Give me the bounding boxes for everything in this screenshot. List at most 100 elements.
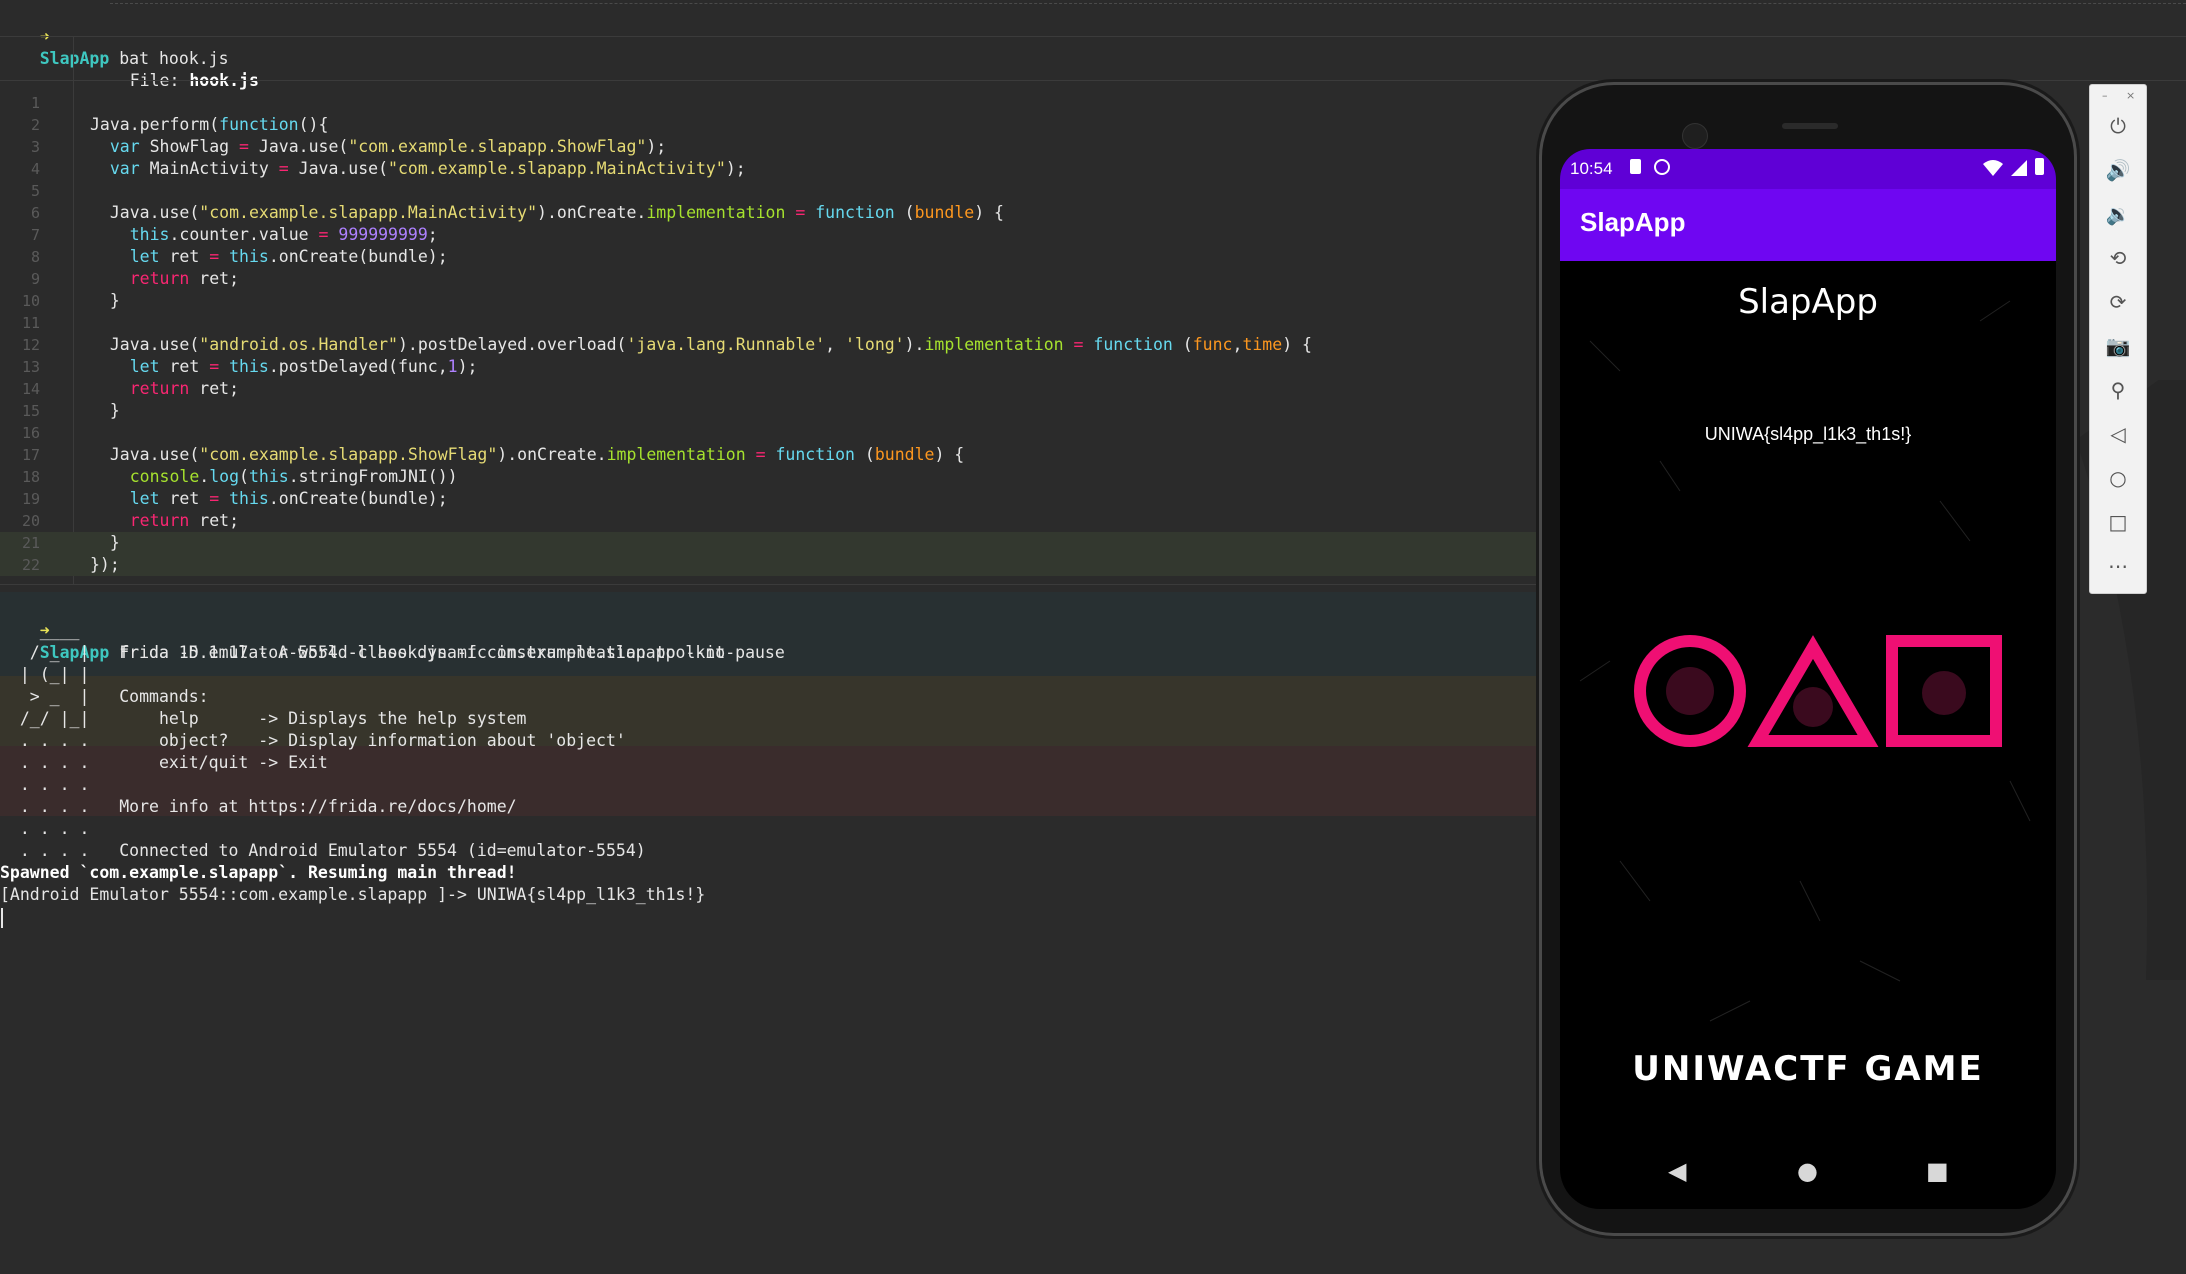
highlighted-rows xyxy=(0,532,1545,576)
code-line: console.log(this.stringFromJNI()) xyxy=(129,467,458,486)
wifi-icon xyxy=(1983,160,2003,176)
nav-recent-button[interactable]: ■ xyxy=(1926,1157,1949,1185)
line-number: 3 xyxy=(30,138,40,156)
frida-banner-line: | (_| | xyxy=(0,665,90,684)
frida-banner-line: > _ | Commands: xyxy=(0,687,209,706)
app-bar-title: SlapApp xyxy=(1580,207,1686,237)
line-number: 10 xyxy=(21,292,40,310)
close-button[interactable]: × xyxy=(2126,89,2135,102)
volume-down-icon[interactable]: 🔉 xyxy=(2103,199,2133,229)
code-line: Java.use("com.example.slapapp.ShowFlag")… xyxy=(90,445,965,464)
minimize-button[interactable]: – xyxy=(2102,89,2108,102)
spawned-message: Spawned `com.example.slapapp`. Resuming … xyxy=(0,863,517,882)
rotate-left-icon[interactable]: ⟲ xyxy=(2103,243,2133,273)
header-bottom-border xyxy=(0,80,2186,81)
status-bar: 10:54 xyxy=(1560,149,2056,189)
line-number: 20 xyxy=(21,512,40,530)
frida-banner-line: . . . . xyxy=(0,775,90,794)
terminal-window[interactable]: ➜ SlapApp bat hook.js File: hook.js 1234… xyxy=(0,0,2186,1274)
guard-silhouette xyxy=(1922,671,1966,715)
line-number: 13 xyxy=(21,358,40,376)
sd-card-icon xyxy=(1630,159,1641,174)
frida-banner-line: /_/ |_| help -> Displays the help system xyxy=(0,709,527,728)
line-number: 19 xyxy=(21,490,40,508)
code-line: let ret = this.onCreate(bundle); xyxy=(129,489,448,508)
flag-text: UNIWA{sl4pp_l1k3_th1s!} xyxy=(1704,424,1912,444)
frida-banner-line: . . . . Connected to Android Emulator 55… xyxy=(0,841,646,860)
code-line: this.counter.value = 999999999; xyxy=(129,225,438,244)
phone-screen[interactable]: 10:54 SlapApp SlapApp UNIWA{sl4pp_l1k3_t… xyxy=(1560,149,2056,1209)
line-number: 4 xyxy=(30,160,40,178)
earpiece-speaker xyxy=(1782,123,1838,129)
prompt-line-bat: ➜ SlapApp bat hook.js xyxy=(0,4,229,68)
top-divider xyxy=(110,3,2186,4)
screen-title: SlapApp xyxy=(1738,282,1878,322)
frida-banner-line: . . . . object? -> Display information a… xyxy=(0,731,626,750)
line-number: 8 xyxy=(30,248,40,266)
frida-banner-line: / _ | Frida 15.1.17 - A world-class dyna… xyxy=(0,643,726,662)
rotate-right-icon[interactable]: ⟳ xyxy=(2103,287,2133,317)
code-line: Java.use("android.os.Handler").postDelay… xyxy=(90,335,1312,354)
code-line: return ret; xyxy=(129,379,240,398)
nav-back-button[interactable]: ◀ xyxy=(1668,1157,1686,1185)
header-top-border xyxy=(0,36,2186,37)
zoom-icon[interactable]: ⚲ xyxy=(2103,375,2133,405)
terminal-cursor xyxy=(1,908,3,928)
front-camera xyxy=(1682,123,1708,149)
line-number: 14 xyxy=(21,380,40,398)
code-line: return ret; xyxy=(129,269,240,288)
line-number: 5 xyxy=(30,182,40,200)
signal-icon xyxy=(2011,160,2027,176)
guard-silhouette xyxy=(1666,667,1714,715)
code-line: } xyxy=(90,401,120,420)
back-icon[interactable]: ◁ xyxy=(2103,419,2133,449)
ctf-logo: UNIWACTF GAME xyxy=(1632,1049,1984,1089)
line-number: 18 xyxy=(21,468,40,486)
nav-home-button[interactable]: ● xyxy=(1797,1157,1818,1185)
frida-banner-line: . . . . xyxy=(0,819,90,838)
code-line: let ret = this.onCreate(bundle); xyxy=(129,247,448,266)
code-bottom-border xyxy=(0,584,1545,585)
camera-icon[interactable]: 📷 xyxy=(2103,331,2133,361)
code-line: }); xyxy=(90,555,120,574)
overview-icon[interactable]: □ xyxy=(2103,507,2133,537)
battery-icon xyxy=(2035,158,2044,175)
code-line: var ShowFlag = Java.use("com.example.sla… xyxy=(109,137,667,156)
line-number: 7 xyxy=(30,226,40,244)
line-number: 15 xyxy=(21,402,40,420)
code-line: Java.perform(function(){ xyxy=(90,115,329,134)
code-line: return ret; xyxy=(129,511,240,530)
line-number: 22 xyxy=(21,556,40,574)
code-line: } xyxy=(90,291,120,310)
guard-silhouette xyxy=(1793,687,1833,727)
app-bar: SlapApp xyxy=(1560,189,2056,261)
line-number: 17 xyxy=(21,446,40,464)
power-icon[interactable]: ⏻ xyxy=(2103,111,2133,141)
code-line: Java.use("com.example.slapapp.MainActivi… xyxy=(90,203,1004,222)
line-number: 21 xyxy=(21,534,40,552)
frida-banner-line: . . . . More info at https://frida.re/do… xyxy=(0,797,517,816)
frida-banner-line: ____ xyxy=(0,621,80,640)
line-number: 2 xyxy=(30,116,40,134)
sync-icon xyxy=(1654,159,1670,175)
file-header: File: hook.js xyxy=(90,48,259,90)
volume-up-icon[interactable]: 🔊 xyxy=(2103,155,2133,185)
repl-output-line: [Android Emulator 5554::com.example.slap… xyxy=(0,885,706,904)
code-line: let ret = this.postDelayed(func,1); xyxy=(129,357,478,376)
more-icon[interactable]: ⋯ xyxy=(2103,551,2133,581)
line-number: 9 xyxy=(30,270,40,288)
phone-emulator[interactable]: 10:54 SlapApp SlapApp UNIWA{sl4pp_l1k3_t… xyxy=(1542,85,2074,1233)
line-number: 12 xyxy=(21,336,40,354)
frida-banner-line: . . . . exit/quit -> Exit xyxy=(0,753,328,772)
status-time: 10:54 xyxy=(1570,159,1613,178)
code-line: var MainActivity = Java.use("com.example… xyxy=(109,159,746,178)
code-line: } xyxy=(90,533,120,552)
line-number: 16 xyxy=(21,424,40,442)
line-number: 6 xyxy=(30,204,40,222)
squid-game-shapes xyxy=(1634,635,2002,747)
line-number: 11 xyxy=(21,314,40,332)
home-icon[interactable]: ○ xyxy=(2103,463,2133,493)
emulator-toolbar: – × ⏻ 🔊 🔉 ⟲ ⟳ 📷 ⚲ ◁ ○ □ ⋯ xyxy=(2089,84,2147,594)
prompt-line-frida: ➜ SlapApp frida -D emulator-5554 -l hook… xyxy=(0,598,785,662)
line-number: 1 xyxy=(30,94,40,112)
